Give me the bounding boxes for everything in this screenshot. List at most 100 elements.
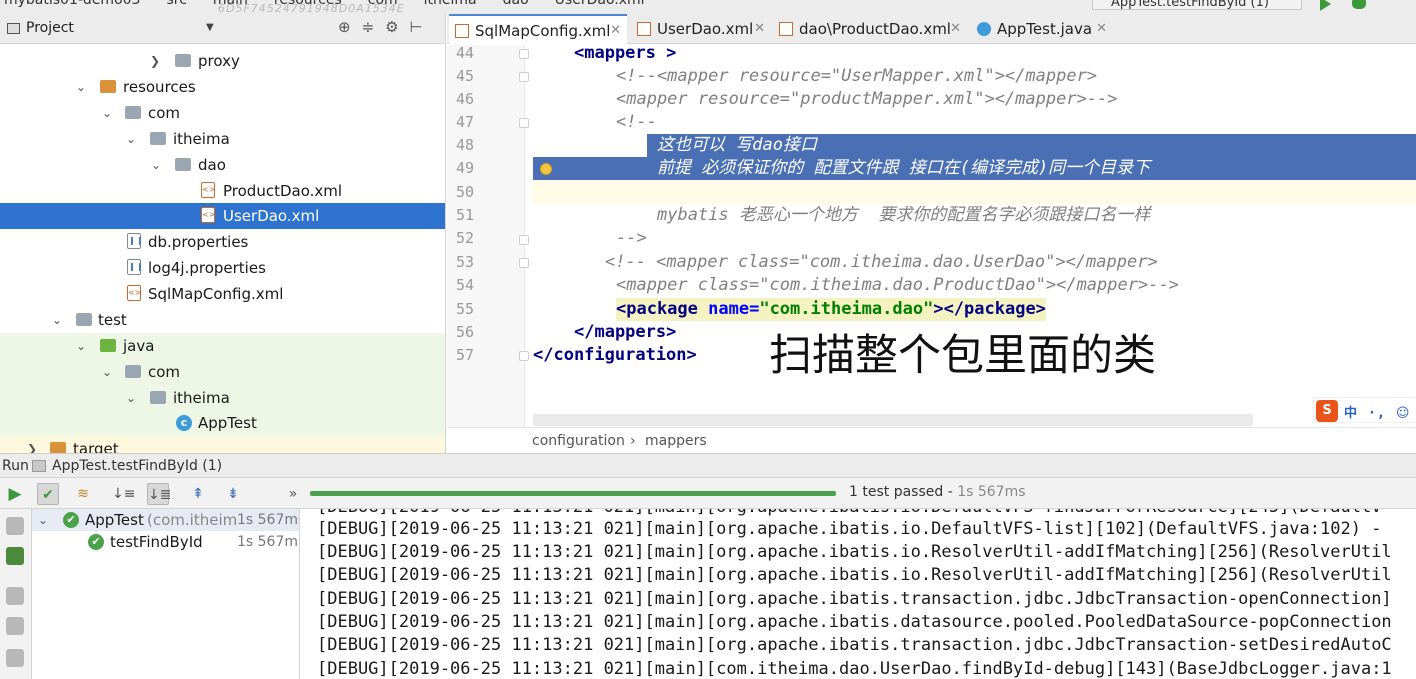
watermark: 6D5F74524791948D0A1534E <box>218 2 405 12</box>
tab-sqlmapconfig[interactable]: SqlMapConfig.xml ✕ <box>449 14 627 44</box>
crumb-src[interactable]: src <box>166 0 186 8</box>
tree-item-test[interactable]: ⌄ test <box>0 307 445 333</box>
tree-label: proxy <box>198 52 240 70</box>
stop-icon[interactable] <box>6 517 24 535</box>
breadcrumb-configuration[interactable]: configuration <box>532 428 625 454</box>
code-line-51: mybatis 老恶心一个地方 要求你的配置名字必须跟接口名一样 <box>657 205 1151 225</box>
folder-icon <box>150 391 166 404</box>
tree-item-proxy[interactable]: ❯ proxy <box>0 48 445 74</box>
fold-marker[interactable] <box>519 118 529 128</box>
crumb-itheima[interactable]: itheima <box>424 0 477 8</box>
chevron-right-icon[interactable]: ❯ <box>148 48 162 74</box>
fold-marker[interactable] <box>519 235 529 245</box>
history-icon[interactable] <box>6 587 24 605</box>
chevron-down-icon[interactable]: ⌄ <box>100 100 114 126</box>
project-toolbar[interactable]: ⊕≑⚙⊢ <box>338 18 434 36</box>
test-status-label: 1 test passed <box>849 484 944 500</box>
tree-item-productdao-xml[interactable]: ProductDao.xml <box>0 178 445 204</box>
tree-item-dao[interactable]: ⌄ dao <box>0 152 445 178</box>
test-detail: (com.itheima <box>147 511 247 529</box>
camera-icon[interactable] <box>6 617 24 635</box>
breadcrumb-separator-icon: › <box>630 433 636 449</box>
tree-item-itheima-test[interactable]: ⌄ itheima <box>0 385 445 411</box>
test-row-testfindbyid[interactable]: ✔ testFindById 1s 567ms <box>32 531 300 553</box>
fold-marker[interactable] <box>519 72 529 82</box>
tree-item-java[interactable]: ⌄ java <box>0 333 445 359</box>
chevron-down-icon[interactable]: ⌄ <box>124 385 138 411</box>
console-line: [DEBUG][2019-06-25 11:13:21 021][main][o… <box>317 612 1392 632</box>
close-icon[interactable]: ✕ <box>1096 14 1107 44</box>
sort-alpha-icon[interactable]: ↓≡ <box>112 483 135 505</box>
collapse-all-icon[interactable]: ⇟ <box>222 483 244 505</box>
close-icon[interactable]: ✕ <box>754 14 765 44</box>
tree-item-com[interactable]: ⌄ com <box>0 100 445 126</box>
close-icon[interactable]: ✕ <box>610 16 621 46</box>
expand-all-icon[interactable]: ⇞ <box>187 483 209 505</box>
folder-icon <box>100 339 116 352</box>
console-line: [DEBUG][2019-06-25 11:13:21 021][main][o… <box>317 589 1392 609</box>
rerun-icon[interactable]: ▶ <box>4 483 26 505</box>
project-title[interactable]: Project <box>26 20 74 36</box>
close-icon[interactable]: ✕ <box>950 14 961 44</box>
chevron-down-icon[interactable]: ⌄ <box>74 333 88 359</box>
chevron-down-icon[interactable]: ⌄ <box>74 74 88 100</box>
sort-duration-icon[interactable]: ↓≣ <box>147 483 171 505</box>
tree-item-apptest[interactable]: c AppTest <box>0 410 445 436</box>
tree-item-db-properties[interactable]: db.properties <box>0 229 445 255</box>
test-row-apptest[interactable]: ⌄ ✔ AppTest (com.itheima 1s 567ms <box>32 509 299 531</box>
show-ignored-icon[interactable]: ≋ <box>72 483 94 505</box>
project-icon <box>7 23 20 34</box>
code-editor[interactable]: 44 45 46 47 48 49 50 51 52 53 54 55 56 5… <box>447 45 1416 427</box>
tree-item-com-test[interactable]: ⌄ com <box>0 359 445 385</box>
class-icon: c <box>176 415 192 431</box>
chevron-down-icon[interactable]: ⌄ <box>50 307 64 333</box>
export-icon[interactable] <box>6 547 24 565</box>
tree-label: itheima <box>173 389 230 407</box>
tree-item-itheima[interactable]: ⌄ itheima <box>0 126 445 152</box>
run-panel-title[interactable]: Run <box>2 454 29 478</box>
more-actions-icon[interactable]: » <box>282 483 304 505</box>
run-config-name[interactable]: AppTest.testFindById (1) <box>52 454 222 478</box>
tree-label: AppTest <box>198 414 257 432</box>
xml-file-icon <box>637 22 651 36</box>
ime-status[interactable]: 中 ·, ☺ <box>1344 402 1413 421</box>
crumb-userdao[interactable]: UserDao.xml <box>555 0 645 8</box>
chevron-down-icon[interactable]: ⌄ <box>149 152 163 178</box>
ime-toolbar[interactable]: S 中 ·, ☺ <box>1313 397 1416 423</box>
debug-icon[interactable] <box>1352 0 1366 9</box>
breadcrumb-mappers[interactable]: mappers <box>645 428 707 454</box>
console-output[interactable]: [DEBUG][2019-06-25 11:13:21 021][main][o… <box>301 509 1416 679</box>
crumb-dao[interactable]: dao <box>503 0 529 8</box>
tree-item-userdao-xml[interactable]: UserDao.xml <box>0 203 445 229</box>
chevron-down-icon[interactable]: ⌄ <box>124 126 138 152</box>
fold-marker[interactable] <box>519 49 529 59</box>
exit-icon[interactable] <box>6 649 24 667</box>
run-config-select[interactable]: AppTest.testFindById (1) <box>1092 0 1302 10</box>
code-line-47: <!-- <box>616 112 657 132</box>
line-number: 45 <box>455 67 474 85</box>
chevron-down-icon[interactable]: ▼ <box>206 22 214 33</box>
tree-item-target[interactable]: ❯ target <box>0 436 445 453</box>
run-icon[interactable] <box>1320 0 1331 11</box>
code-token: <package <box>616 299 698 319</box>
tab-userdao[interactable]: UserDao.xml ✕ <box>631 14 771 44</box>
tree-item-resources[interactable]: ⌄ resources <box>0 74 445 100</box>
show-passed-icon[interactable]: ✔ <box>37 483 59 505</box>
lightbulb-icon[interactable] <box>540 163 552 175</box>
tab-label: UserDao.xml <box>657 20 754 38</box>
horizontal-scrollbar[interactable] <box>533 414 1253 426</box>
tab-apptest[interactable]: AppTest.java ✕ <box>971 14 1113 44</box>
test-time: 1s 567ms <box>237 534 300 550</box>
tab-productdao[interactable]: dao\ProductDao.xml ✕ <box>773 14 967 44</box>
chevron-down-icon[interactable]: ⌄ <box>100 359 114 385</box>
tree-label: log4j.properties <box>148 259 266 277</box>
tree-label: com <box>148 104 181 122</box>
fold-marker[interactable] <box>519 351 529 361</box>
tree-item-sqlmapconfig-xml[interactable]: SqlMapConfig.xml <box>0 281 445 307</box>
crumb-project[interactable]: mybatis01-demo03 <box>4 0 140 8</box>
caret-line <box>533 181 1416 204</box>
fold-marker[interactable] <box>519 258 529 268</box>
tree-item-log4j-properties[interactable]: log4j.properties <box>0 255 445 281</box>
chevron-down-icon[interactable]: ⌄ <box>38 509 48 531</box>
chevron-right-icon[interactable]: ❯ <box>25 436 39 453</box>
